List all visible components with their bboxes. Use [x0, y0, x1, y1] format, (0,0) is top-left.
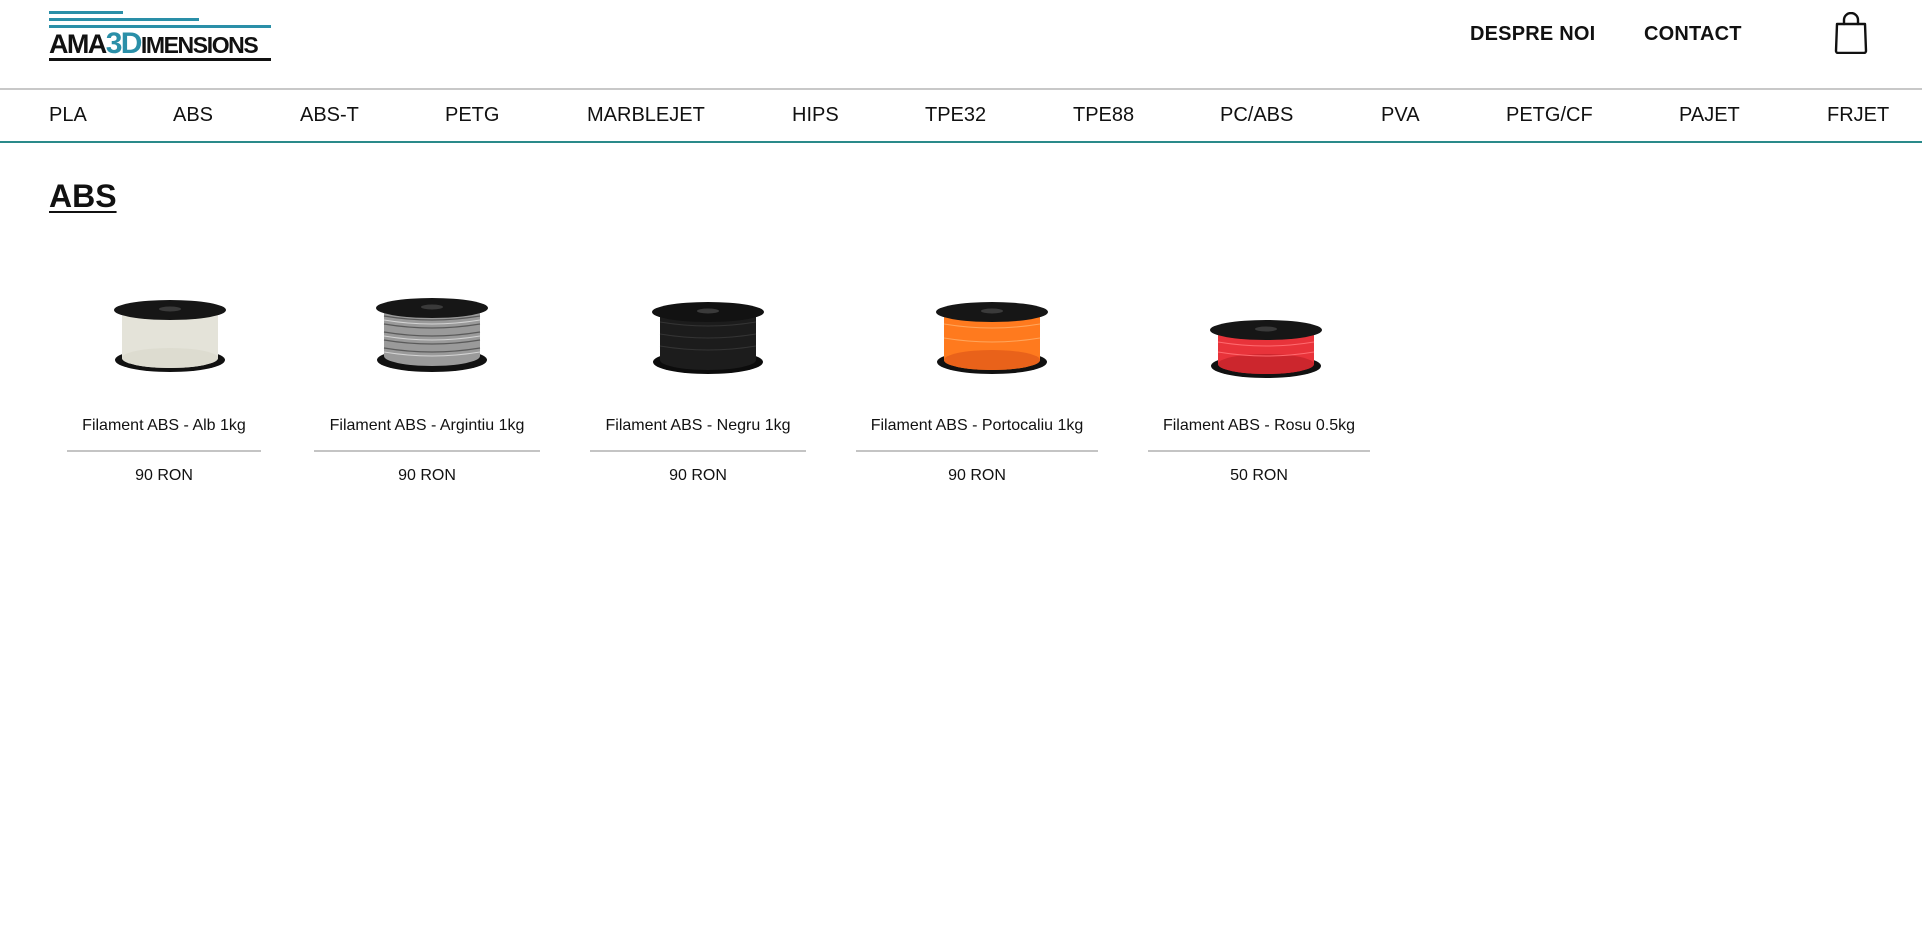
- product-price: 90 RON: [135, 467, 193, 484]
- product-image[interactable]: [927, 280, 1057, 390]
- product-divider: [1148, 450, 1370, 452]
- category-petg-cf[interactable]: PETG/CF: [1506, 104, 1593, 127]
- product-price: 90 RON: [398, 467, 456, 484]
- category-frjet[interactable]: FRJET: [1827, 104, 1889, 127]
- product-divider: [314, 450, 540, 452]
- product-name[interactable]: Filament ABS - Negru 1kg: [590, 417, 806, 435]
- category-tpe32[interactable]: TPE32: [925, 104, 986, 127]
- site-header: AMA3DIMENSIONS DESPRE NOI CONTACT: [0, 0, 1922, 90]
- product-name[interactable]: Filament ABS - Rosu 0.5kg: [1148, 417, 1370, 435]
- category-petg[interactable]: PETG: [445, 104, 499, 127]
- category-abs-t[interactable]: ABS-T: [300, 104, 359, 127]
- product-price: 90 RON: [669, 467, 727, 484]
- site-logo[interactable]: AMA3DIMENSIONS: [49, 11, 271, 61]
- logo-stripe: [49, 18, 199, 21]
- product-image[interactable]: [1201, 280, 1331, 390]
- category-marblejet[interactable]: MARBLEJET: [587, 104, 705, 127]
- category-hips[interactable]: HIPS: [792, 104, 839, 127]
- shopping-bag-icon[interactable]: [1834, 11, 1868, 55]
- logo-wordmark: AMA3DIMENSIONS: [49, 27, 259, 60]
- category-abs[interactable]: ABS: [173, 104, 213, 127]
- category-nav: PLA ABS ABS-T PETG MARBLEJET HIPS TPE32 …: [0, 90, 1922, 143]
- product-price: 50 RON: [1230, 467, 1288, 484]
- product-price: 90 RON: [948, 467, 1006, 484]
- product-image[interactable]: [365, 280, 495, 390]
- product-name[interactable]: Filament ABS - Argintiu 1kg: [314, 417, 540, 435]
- product-divider: [67, 450, 261, 452]
- product-divider: [590, 450, 806, 452]
- logo-stripe: [49, 11, 123, 14]
- category-tpe88[interactable]: TPE88: [1073, 104, 1134, 127]
- category-pc-abs[interactable]: PC/ABS: [1220, 104, 1293, 127]
- category-pajet[interactable]: PAJET: [1679, 104, 1740, 127]
- category-pla[interactable]: PLA: [49, 104, 87, 127]
- product-name[interactable]: Filament ABS - Alb 1kg: [67, 417, 261, 435]
- logo-stripe: [49, 25, 271, 28]
- page-title: ABS: [49, 178, 117, 214]
- logo-underline: [49, 58, 271, 61]
- nav-link-contact[interactable]: CONTACT: [1644, 23, 1742, 46]
- nav-link-despre-noi[interactable]: DESPRE NOI: [1470, 23, 1595, 46]
- category-pva[interactable]: PVA: [1381, 104, 1420, 127]
- product-image[interactable]: [105, 280, 235, 390]
- product-name[interactable]: Filament ABS - Portocaliu 1kg: [856, 417, 1098, 435]
- product-image[interactable]: [643, 280, 773, 390]
- product-divider: [856, 450, 1098, 452]
